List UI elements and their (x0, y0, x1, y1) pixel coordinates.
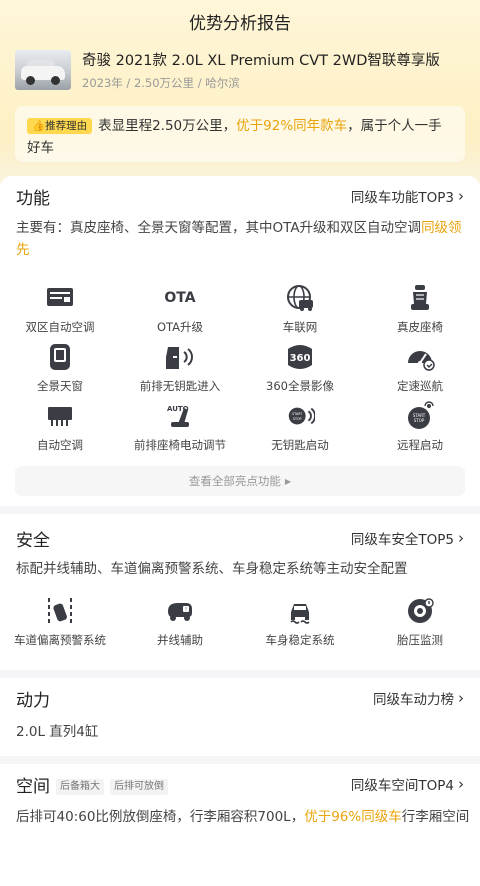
safety-top-link[interactable]: 同级车安全TOP5 › (351, 528, 464, 548)
svg-text:!: ! (185, 607, 187, 613)
power-section: 动力 同级车动力榜 › 2.0L 直列4缸 (0, 678, 480, 756)
features-title: 功能 (16, 188, 50, 209)
car-header: 奇骏 2021款 2.0L XL Premium CVT 2WD智联尊享版 20… (15, 50, 470, 98)
feature-item[interactable]: OTA OTA升级 (120, 283, 240, 342)
page-title: 优势分析报告 (189, 13, 291, 34)
chevron-right-icon: › (458, 529, 464, 547)
connected-car-icon (285, 283, 315, 313)
chevron-right-icon: › (458, 187, 464, 205)
space-section: 空间 后备箱大 后排可放倒 同级车空间TOP4 › 后排可40:60比例放倒座椅，行李… (0, 764, 480, 886)
auto-ac-icon (45, 401, 75, 431)
blind-spot-icon: ! (165, 596, 195, 626)
ota-icon: OTA (164, 290, 196, 306)
power-seat-icon: AUTO (165, 401, 195, 431)
safety-section: 安全 同级车安全TOP5 › 标配并线辅助、车道偏离预警系统、车身稳定系统等主动安… (0, 514, 480, 670)
power-title: 动力 (16, 690, 50, 711)
feature-item[interactable]: 前排无钥匙进入 (120, 342, 240, 401)
safety-title: 安全 (16, 530, 50, 551)
safety-item[interactable]: ! 并线辅助 (120, 596, 240, 655)
space-title: 空间 (16, 776, 50, 797)
keyless-entry-icon (165, 342, 195, 372)
reason-text: 表显里程2.50万公里， (98, 118, 237, 134)
space-desc: 后排可40:60比例放倒座椅，行李厢容积700L，优于96%同级车行李厢空间 (16, 809, 470, 825)
feature-item[interactable]: 定速巡航 (360, 342, 480, 401)
safety-item[interactable]: 车身稳定系统 (240, 596, 360, 655)
svg-text:360: 360 (290, 353, 311, 364)
view-all-features-button[interactable]: 查看全部亮点功能 ▶ (15, 466, 465, 496)
camera-360-icon: 360 (285, 342, 315, 372)
space-tag: 后备箱大 (56, 778, 104, 795)
thumbs-up-icon: 👍 (32, 120, 46, 132)
feature-item[interactable]: START STOP 无钥匙启动 (240, 401, 360, 460)
stability-control-icon (285, 596, 315, 626)
features-desc: 主要有：真皮座椅、全景天窗等配置，其中OTA升级和双区自动空调同级领先 (16, 220, 462, 258)
feature-item[interactable]: 自动空调 (0, 401, 120, 460)
svg-text:STOP: STOP (414, 418, 425, 423)
sunroof-icon (45, 342, 75, 372)
feature-item[interactable]: START STOP 远程启动 (360, 401, 480, 460)
car-meta: 2023年 / 2.50万公里 / 哈尔滨 (82, 76, 240, 90)
safety-desc: 标配并线辅助、车道偏离预警系统、车身稳定系统等主动安全配置 (16, 561, 408, 577)
svg-text:START: START (292, 412, 302, 416)
feature-item[interactable]: 双区自动空调 (0, 283, 120, 342)
recommend-badge: 👍推荐理由 (27, 118, 93, 134)
remote-start-icon: START STOP (405, 401, 435, 431)
feature-item[interactable]: 车联网 (240, 283, 360, 342)
space-tag: 后排可放倒 (110, 778, 168, 795)
chevron-right-icon: › (458, 775, 464, 793)
recommend-reason-card: 👍推荐理由 表显里程2.50万公里，优于92%同年款车，属于个人一手好车 (15, 106, 465, 162)
feature-item[interactable]: AUTO 前排座椅电动调节 (120, 401, 240, 460)
feature-item[interactable]: 真皮座椅 (360, 283, 480, 342)
safety-grid: 车道偏离预警系统 ! 并线辅助 车身稳定系统 胎压监测 (0, 596, 480, 655)
section-divider (0, 506, 480, 514)
feature-item[interactable]: 360 360全景影像 (240, 342, 360, 401)
chevron-right-icon: › (458, 689, 464, 707)
car-thumbnail[interactable] (15, 50, 71, 90)
power-desc: 2.0L 直列4缸 (16, 724, 99, 740)
power-rank-link[interactable]: 同级车动力榜 › (373, 688, 464, 708)
cruise-control-icon (405, 342, 435, 372)
reason-highlight: 优于92%同年款车 (236, 118, 348, 134)
space-title-group: 空间 后备箱大 后排可放倒 (16, 772, 168, 797)
triangle-right-icon: ▶ (284, 476, 292, 486)
leather-seat-icon (405, 283, 435, 313)
keyless-start-icon: START STOP (285, 401, 315, 431)
features-section: 功能 同级车功能TOP3 › 主要有：真皮座椅、全景天窗等配置，其中OTA升级和双… (0, 176, 480, 506)
section-divider (0, 670, 480, 678)
svg-text:STOP: STOP (293, 417, 302, 421)
car-name: 奇骏 2021款 2.0L XL Premium CVT 2WD智联尊享版 (82, 53, 440, 69)
tire-pressure-icon (405, 596, 435, 626)
lane-departure-icon (45, 596, 75, 626)
safety-item[interactable]: 车道偏离预警系统 (0, 596, 120, 655)
features-grid: 双区自动空调 OTA OTA升级 车联网 真皮座椅 全景天窗 前排无钥匙进入 3… (0, 283, 480, 460)
features-top-link[interactable]: 同级车功能TOP3 › (351, 186, 464, 206)
feature-item[interactable]: 全景天窗 (0, 342, 120, 401)
space-top-link[interactable]: 同级车空间TOP4 › (351, 774, 464, 794)
climate-panel-icon (45, 283, 75, 313)
safety-item[interactable]: 胎压监测 (360, 596, 480, 655)
section-divider (0, 756, 480, 764)
